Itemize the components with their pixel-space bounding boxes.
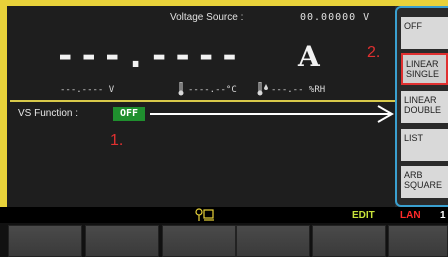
lan-indicator: LAN	[400, 210, 421, 221]
soft-key-linear-single[interactable]: LINEAR SINGLE	[401, 53, 448, 85]
voltage-source-label: Voltage Source :	[170, 12, 244, 23]
main-reading-unit: A	[298, 40, 320, 73]
function-key-5[interactable]	[312, 225, 386, 257]
soft-key-off[interactable]: OFF	[401, 17, 448, 49]
arrow-annotation-icon	[150, 105, 395, 123]
usb-icon	[195, 208, 214, 221]
channel-indicator: 1	[440, 210, 446, 221]
voltage-source-value: 00.00000 V	[300, 12, 371, 23]
divider-line	[10, 100, 395, 102]
soft-key-arb-square[interactable]: ARB SQUARE	[401, 166, 448, 198]
function-key-3[interactable]	[162, 225, 236, 257]
function-key-4[interactable]	[236, 225, 310, 257]
bezel-yellow-left	[0, 0, 7, 212]
function-key-2[interactable]	[85, 225, 159, 257]
soft-key-linear-double[interactable]: LINEAR DOUBLE	[401, 91, 448, 123]
main-reading: ---.----	[55, 36, 243, 76]
edit-indicator: EDIT	[352, 210, 375, 221]
humidity-icon	[257, 82, 268, 96]
function-key-1[interactable]	[8, 225, 82, 257]
vs-function-state[interactable]: OFF	[113, 107, 145, 121]
status-voltage: ---.---- V	[60, 85, 115, 95]
annotation-step-2: 2.	[367, 44, 381, 61]
function-key-6[interactable]	[388, 225, 448, 257]
vs-function-label: VS Function :	[18, 108, 79, 119]
status-temperature: ----.--°C	[188, 85, 237, 95]
thermometer-icon	[178, 82, 184, 96]
status-humidity: ---.-- %RH	[271, 85, 326, 95]
soft-key-list[interactable]: LIST	[401, 129, 448, 161]
annotation-step-1: 1.	[110, 132, 124, 149]
status-bar	[0, 207, 448, 223]
